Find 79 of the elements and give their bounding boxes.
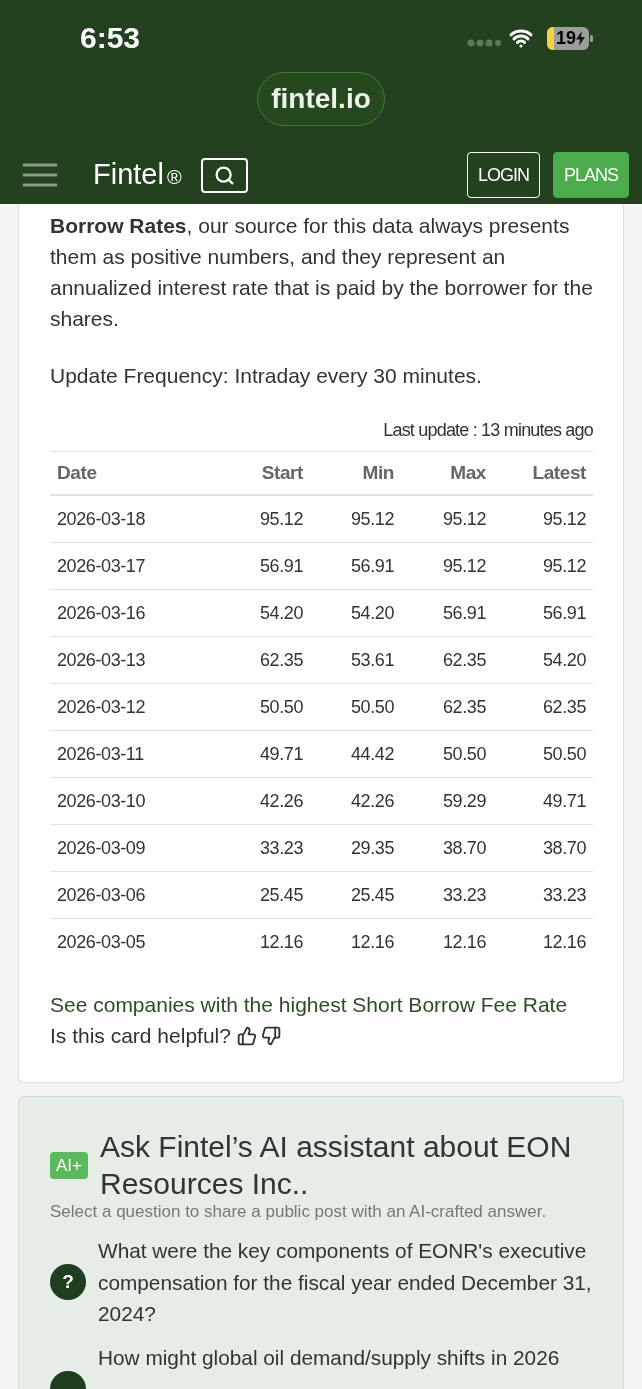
table-cell: 2026-03-06 <box>57 884 146 905</box>
table-cell: 62.35 <box>259 649 303 670</box>
question-link[interactable]: What were the key components of EONR's executive compensation for the fiscal year ended December 31, 2024? <box>98 1235 595 1330</box>
table-cell: 95.12 <box>350 508 394 529</box>
table-cell: 56.91 <box>259 555 303 576</box>
table-cell: 95.12 <box>442 555 486 576</box>
table-cell: 12.16 <box>259 932 303 952</box>
table-cell: 2026-03-09 <box>57 837 146 858</box>
companies-link[interactable]: See companies with the highest Short Borrow Fee Rate <box>50 993 568 1016</box>
table-cell: 2026-03-17 <box>57 555 146 576</box>
table-cell: 50.50 <box>259 696 303 717</box>
question-icon: ? <box>50 1264 86 1300</box>
table-cell: 12.16 <box>442 932 486 952</box>
table-cell: 50.50 <box>350 696 394 717</box>
table-cell: 56.91 <box>350 555 394 576</box>
table-cell: 95.12 <box>542 508 586 529</box>
table-cell: 49.71 <box>259 743 303 764</box>
table-cell: 59.29 <box>442 790 486 811</box>
table-cell: 54.20 <box>350 602 394 623</box>
table-cell: 29.35 <box>350 837 394 858</box>
table-cell: 54.20 <box>542 649 586 670</box>
nav-button[interactable]: LOGIN <box>467 152 540 198</box>
search-button[interactable] <box>200 157 248 193</box>
table-cell: 2026-03-13 <box>57 649 146 670</box>
column-header: Max <box>450 461 486 483</box>
table-cell: 56.91 <box>542 602 586 623</box>
battery-icon <box>547 26 593 50</box>
table-cell: 95.12 <box>542 555 586 576</box>
table-cell: 2026-03-18 <box>57 508 146 529</box>
table-cell: 50.50 <box>542 743 586 764</box>
table-cell: 42.26 <box>259 790 303 811</box>
table-cell: 53.61 <box>350 649 394 670</box>
search-icon <box>213 164 235 186</box>
column-header: Min <box>362 461 394 483</box>
table-cell: 2026-03-05 <box>57 932 146 952</box>
thumbs-up-icon[interactable] <box>236 1025 257 1046</box>
table-cell: 95.12 <box>442 508 486 529</box>
table-cell: 38.70 <box>542 837 586 858</box>
table-cell: 12.16 <box>542 932 586 952</box>
table-cell: 44.42 <box>350 743 394 764</box>
ai-card-title: Ask Fintel’s AI assistant about EON Resources Inc.. <box>100 1129 573 1202</box>
table-cell: 62.35 <box>442 696 486 717</box>
lightning-icon <box>576 30 586 46</box>
ai-card-subtitle: Select a question to share a public post with an AI-crafted answer. <box>50 1202 548 1222</box>
table-cell: 12.16 <box>350 932 394 952</box>
description-text: Borrow Rates, our source for this data always presents them as positive numbers, and they represent an annualized interest rate that is paid by the borrower for the shares. <box>50 213 593 332</box>
table-cell: 95.12 <box>259 508 303 529</box>
table-cell: 56.91 <box>442 602 486 623</box>
brand-link[interactable]: Fintel® <box>93 156 182 194</box>
thumbs-down-icon[interactable] <box>260 1025 281 1046</box>
column-header: Date <box>57 461 97 483</box>
table-cell: 33.23 <box>542 884 586 905</box>
description-text: Update Frequency: Intraday every 30 minutes. <box>50 363 483 389</box>
column-header: Start <box>261 461 303 483</box>
table-cell: 2026-03-11 <box>57 743 144 764</box>
table-cell: 33.23 <box>259 837 303 858</box>
last-update-text: Last update : 13 minutes ago <box>383 419 593 442</box>
table-cell: 62.35 <box>542 696 586 717</box>
question-link[interactable]: How might global oil demand/supply shifts in 2026 <box>98 1341 595 1373</box>
table-cell: 50.50 <box>442 743 486 764</box>
table-cell: 49.71 <box>542 790 586 811</box>
column-header: Latest <box>532 461 586 483</box>
table-cell: 25.45 <box>259 884 303 905</box>
table-cell: 54.20 <box>259 602 303 623</box>
table-cell: 2026-03-16 <box>57 602 146 623</box>
table-cell: 33.23 <box>442 884 486 905</box>
table-cell: 38.70 <box>442 837 486 858</box>
table-cell: 2026-03-10 <box>57 790 146 811</box>
table-cell: 62.35 <box>442 649 486 670</box>
table-cell: 25.45 <box>350 884 394 905</box>
battery-level: 19 <box>556 28 577 48</box>
status-time: 6:53 <box>80 21 141 55</box>
table-cell: 42.26 <box>350 790 394 811</box>
address-bar[interactable]: fintel.io <box>257 72 385 126</box>
menu-icon[interactable] <box>22 162 58 188</box>
signal-icon <box>467 39 501 47</box>
ai-badge: AI+ <box>50 1151 88 1179</box>
feedback-question: Is this card helpful? <box>50 1023 231 1049</box>
table-cell: 2026-03-12 <box>57 696 146 717</box>
